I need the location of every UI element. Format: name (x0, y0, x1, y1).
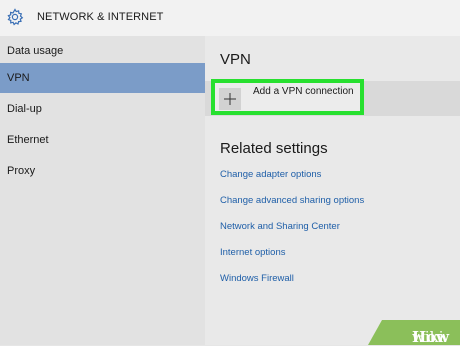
section-title-related-settings: Related settings (220, 140, 328, 157)
sidebar-item-proxy[interactable]: Proxy (0, 156, 205, 186)
link-change-adapter-options[interactable]: Change adapter options (220, 169, 321, 180)
page-title: NETWORK & INTERNET (37, 11, 164, 23)
window-header: NETWORK & INTERNET (0, 0, 460, 36)
sidebar-item-vpn[interactable]: VPN (0, 63, 205, 93)
wikihow-watermark: wiki How (368, 320, 460, 345)
sidebar-item-dial-up[interactable]: Dial-up (0, 94, 205, 124)
sidebar-item-label: Proxy (7, 165, 36, 177)
link-windows-firewall[interactable]: Windows Firewall (220, 273, 294, 284)
gear-icon[interactable] (6, 8, 24, 26)
sidebar-item-label: VPN (7, 72, 30, 84)
sidebar-item-label: Dial-up (7, 103, 42, 115)
link-network-and-sharing-center[interactable]: Network and Sharing Center (220, 221, 340, 232)
sidebar-item-ethernet[interactable]: Ethernet (0, 125, 205, 155)
sidebar: Data usage VPN Dial-up Ethernet Proxy (0, 36, 205, 345)
section-title-vpn: VPN (220, 51, 251, 68)
sidebar-item-label: Data usage (7, 45, 64, 57)
sidebar-item-label: Ethernet (7, 134, 49, 146)
add-vpn-connection-button[interactable]: Add a VPN connection (211, 79, 364, 115)
link-internet-options[interactable]: Internet options (220, 247, 286, 258)
main-panel: VPN Add a VPN connection Related setting… (205, 36, 460, 345)
sidebar-item-data-usage[interactable]: Data usage (0, 36, 205, 66)
add-vpn-label: Add a VPN connection (253, 86, 354, 97)
link-change-advanced-sharing-options[interactable]: Change advanced sharing options (220, 195, 364, 206)
plus-icon (219, 88, 241, 110)
